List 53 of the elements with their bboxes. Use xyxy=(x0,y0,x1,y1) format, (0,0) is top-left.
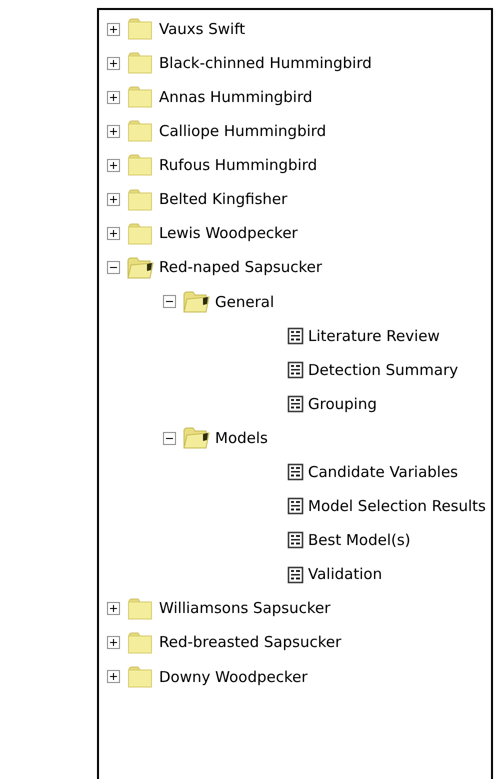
tree-item-label[interactable]: Detection Summary xyxy=(308,358,458,382)
tree-item-label[interactable]: General xyxy=(215,290,274,314)
tree-item-label[interactable]: Lewis Woodpecker xyxy=(159,222,298,245)
tree-item-label[interactable]: Grouping xyxy=(308,392,377,416)
expand-box-icon[interactable] xyxy=(107,158,120,172)
open-folder-icon xyxy=(182,426,210,450)
folder-icon xyxy=(126,85,154,110)
folder-icon xyxy=(126,630,154,655)
tree-item-label[interactable]: Belted Kingfisher xyxy=(159,188,288,211)
folder-icon xyxy=(126,119,154,144)
tree-item-label[interactable]: Calliope Hummingbird xyxy=(159,120,326,143)
tree-item-label[interactable]: Model Selection Results xyxy=(308,495,486,518)
expand-box-icon[interactable] xyxy=(107,193,120,206)
report-icon xyxy=(287,566,304,584)
open-folder-icon xyxy=(126,256,154,280)
folder-icon xyxy=(126,153,154,178)
report-icon xyxy=(287,531,304,550)
folder-icon xyxy=(126,596,154,621)
tree-item-label[interactable]: Annas Hummingbird xyxy=(159,86,312,108)
collapse-box-icon[interactable] xyxy=(107,261,120,274)
expand-box-icon[interactable] xyxy=(107,227,120,240)
tree-item-label[interactable]: Validation xyxy=(308,563,382,586)
tree-item-label[interactable]: Red-naped Sapsucker xyxy=(159,256,322,279)
tree-item-label[interactable]: Best Model(s) xyxy=(308,529,411,552)
tree-item-label[interactable]: Downy Woodpecker xyxy=(159,666,308,688)
tree-item-label[interactable]: Rufous Hummingbird xyxy=(159,154,318,177)
expand-box-icon[interactable] xyxy=(107,602,120,616)
collapse-box-icon[interactable] xyxy=(163,432,176,445)
tree-item-label[interactable]: Red-breasted Sapsucker xyxy=(159,631,342,654)
tree-item-label[interactable]: Vauxs Swift xyxy=(159,18,246,40)
folder-icon xyxy=(126,51,154,76)
expand-box-icon[interactable] xyxy=(107,636,120,650)
tree-item-label[interactable]: Williamsons Sapsucker xyxy=(159,597,330,620)
report-icon xyxy=(287,497,304,516)
tree-item-label[interactable]: Literature Review xyxy=(308,324,440,348)
expand-box-icon[interactable] xyxy=(107,124,120,138)
open-folder-icon xyxy=(182,290,210,314)
expand-box-icon[interactable] xyxy=(107,670,120,684)
expand-box-icon[interactable] xyxy=(107,90,120,104)
report-icon xyxy=(287,395,304,414)
report-icon xyxy=(287,326,304,345)
tree-item-label[interactable]: Black-chinned Hummingbird xyxy=(159,52,372,74)
folder-icon xyxy=(126,188,154,212)
expand-box-icon[interactable] xyxy=(107,56,120,70)
folder-icon xyxy=(126,222,154,246)
expand-box-icon[interactable] xyxy=(107,22,120,36)
tree-item-label[interactable]: Models xyxy=(215,426,268,450)
report-icon xyxy=(287,463,304,482)
folder-icon xyxy=(126,17,154,42)
folder-icon xyxy=(126,664,154,689)
collapse-box-icon[interactable] xyxy=(163,295,176,308)
tree-item-label[interactable]: Candidate Variables xyxy=(308,461,458,484)
report-icon xyxy=(287,360,304,379)
